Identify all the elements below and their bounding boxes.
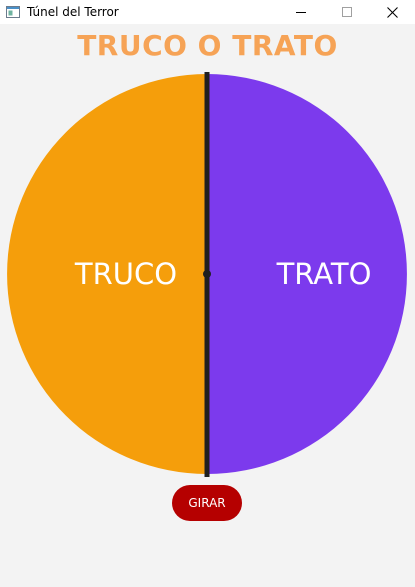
wheel-label-trato: TRATO: [276, 257, 372, 291]
spin-button[interactable]: GIRAR: [172, 485, 242, 521]
wheel-hub: [203, 270, 211, 278]
wheel-label-truco: TRUCO: [74, 257, 177, 291]
